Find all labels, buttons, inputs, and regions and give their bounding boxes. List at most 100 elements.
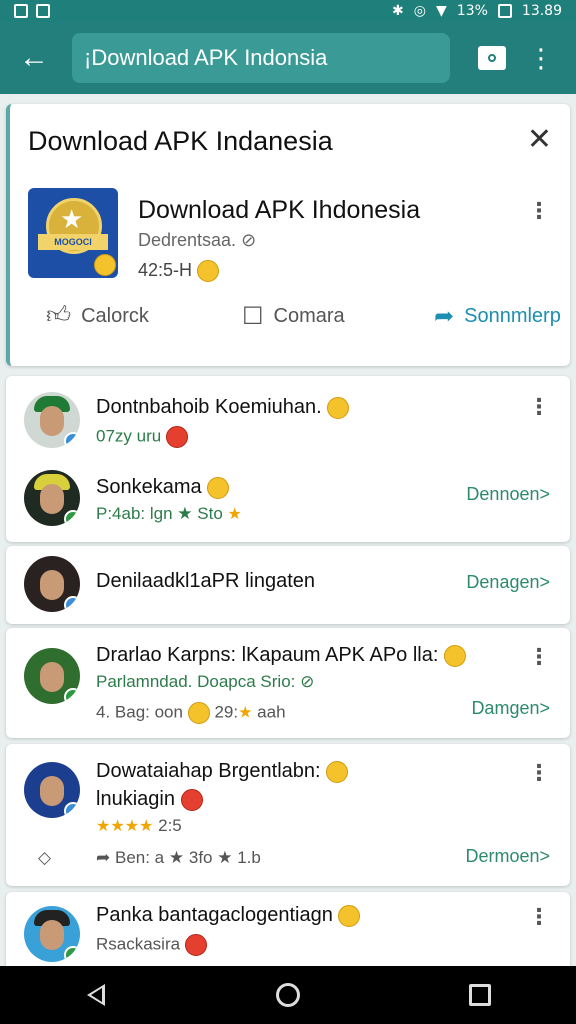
notification-icon [36, 4, 50, 18]
emoji-icon [180, 788, 203, 811]
list-item-title[interactable]: Dowataiahap Brgentlabn: [96, 760, 349, 783]
share-icon: ➦ [434, 302, 455, 330]
emoji-icon [94, 254, 116, 276]
list-item-title[interactable]: Sonkekama [96, 476, 230, 499]
meta-text: Rsackasira [96, 934, 181, 954]
search-input[interactable]: ¡Download APK Indonsia [72, 33, 450, 83]
comment-label: Comara [273, 304, 345, 327]
list-item-title[interactable]: Drarlao Karpns: lKapaum APK APo lla: [96, 644, 466, 667]
list-item-title[interactable]: Denilaadkl1aPR lingaten [96, 570, 315, 593]
nav-back-icon[interactable] [76, 975, 116, 1015]
download-button[interactable]: Dermoen> [465, 846, 550, 867]
more-vert-icon[interactable]: ⋮ [528, 45, 554, 71]
share-button[interactable]: ➦ Sonnmlerp [434, 302, 561, 331]
list-item-title[interactable]: Panka bantagaclogentiagn [96, 904, 361, 927]
list-item-stats: 4. Bag: oon 29:★ aah [96, 702, 286, 724]
title-text: Dontnbahoib Koemiuhan. [96, 396, 322, 418]
thumbs-up-icon: 👍︎ [46, 302, 72, 329]
result-card: Denilaadkl1aPR lingaten Denagen> [6, 546, 570, 624]
more-vert-icon[interactable]: ⋮ [528, 762, 550, 784]
avatar[interactable] [24, 762, 80, 818]
meta-text: aah [257, 702, 286, 722]
meta-text: P:4ab: lgn [96, 504, 173, 523]
verified-badge-icon [64, 596, 80, 612]
emoji-icon [197, 260, 220, 283]
meta-text: 07zy uru [96, 426, 162, 446]
emoji-icon [207, 476, 230, 499]
verified-badge-icon [64, 946, 80, 962]
meta-text: lnukiagin [96, 788, 175, 810]
app-bar: ← ¡Download APK Indonsia ⋮ [0, 22, 576, 94]
status-left [14, 4, 50, 18]
download-button[interactable]: Damgen> [471, 698, 550, 719]
emoji-icon [184, 934, 207, 956]
battery-level: 13% [456, 3, 488, 19]
nav-home-icon[interactable] [268, 975, 308, 1015]
meta-text: 29: [214, 702, 239, 722]
notification-icon [14, 4, 28, 18]
list-item-stats: ◇ [38, 848, 51, 868]
icon-ribbon: MOGOCI [38, 234, 108, 250]
wifi-icon: ▼ [436, 3, 447, 19]
more-vert-icon[interactable]: ⋮ [528, 646, 550, 668]
more-vert-icon[interactable]: ⋮ [528, 396, 550, 418]
comment-button[interactable]: ☐ Comara [242, 302, 345, 331]
emoji-icon [187, 702, 210, 724]
face-shape [40, 484, 64, 514]
avatar[interactable] [24, 392, 80, 448]
app-rating: 42:5-H [138, 260, 220, 283]
avatar[interactable] [24, 556, 80, 612]
comment-icon: ☐ [242, 302, 264, 330]
face-shape [40, 920, 64, 950]
system-nav-bar [0, 966, 576, 1024]
like-button[interactable]: 👍︎ Calorck [46, 302, 149, 330]
stars-icon: ★★★★ [96, 818, 154, 835]
list-item-meta: Parlamndad. Doapca Srio: ⊘ [96, 672, 314, 692]
share-label: Sonnmlerp [464, 304, 561, 327]
verified-icon: ⊘ [241, 230, 257, 250]
avatar[interactable] [24, 470, 80, 526]
verified-icon: ⊘ [300, 672, 315, 691]
camera-icon[interactable] [478, 46, 506, 70]
emoji-icon [443, 644, 466, 667]
verified-badge-icon [64, 432, 80, 448]
verified-badge-icon [64, 802, 80, 818]
emoji-icon [338, 904, 361, 927]
meta-text: 2:5 [158, 816, 182, 835]
avatar[interactable] [24, 906, 80, 962]
share-icon: ➦ [96, 848, 111, 867]
download-button[interactable]: Dennoen> [466, 484, 550, 505]
more-vert-icon[interactable]: ⋮ [528, 906, 550, 928]
status-bar: ✱ ◎ ▼ 13% 13.89 [0, 0, 576, 22]
result-card: Drarlao Karpns: lKapaum APK APo lla: Par… [6, 628, 570, 738]
star-icon: ★ [168, 848, 185, 867]
close-icon[interactable]: ✕ [527, 122, 552, 157]
rating-label: 42:5-H [138, 260, 193, 280]
avatar[interactable] [24, 648, 80, 704]
card-title: Download APK Indanesia [28, 126, 333, 156]
list-item-subtitle: lnukiagin [96, 788, 203, 811]
meta-text: Sto [197, 504, 223, 523]
verified-badge-icon [64, 510, 80, 526]
battery-icon [497, 4, 512, 18]
star-icon: ★ [238, 704, 253, 722]
more-vert-icon[interactable]: ⋮ [528, 200, 550, 222]
back-arrow-icon[interactable]: ← [10, 34, 58, 82]
list-item-title[interactable]: Dontnbahoib Koemiuhan. [96, 396, 350, 419]
status-right: ✱ ◎ ▼ 13% 13.89 [392, 3, 562, 19]
star-icon: ★ [60, 204, 84, 234]
like-label: Calorck [81, 304, 149, 327]
meta-text: 3fo [188, 848, 213, 867]
app-icon[interactable]: ★ MOGOCI [28, 188, 118, 278]
face-shape [40, 662, 64, 692]
meta-text: Parlamndad. Doapca Srio: [96, 672, 296, 691]
app-name[interactable]: Download APK Ihdonesia [138, 196, 420, 225]
title-text: Panka bantagaclogentiagn [96, 904, 333, 926]
download-button[interactable]: Denagen> [466, 572, 550, 593]
title-text: Drarlao Karpns: lKapaum APK APo lla: [96, 644, 439, 666]
nav-recents-icon[interactable] [460, 975, 500, 1015]
result-card: Dontnbahoib Koemiuhan. 07zy uru ⋮ Sonkek… [6, 376, 570, 542]
developer-label: Dedrentsaa. [138, 230, 237, 250]
star-icon: ★ [217, 848, 233, 867]
face-shape [40, 776, 64, 806]
